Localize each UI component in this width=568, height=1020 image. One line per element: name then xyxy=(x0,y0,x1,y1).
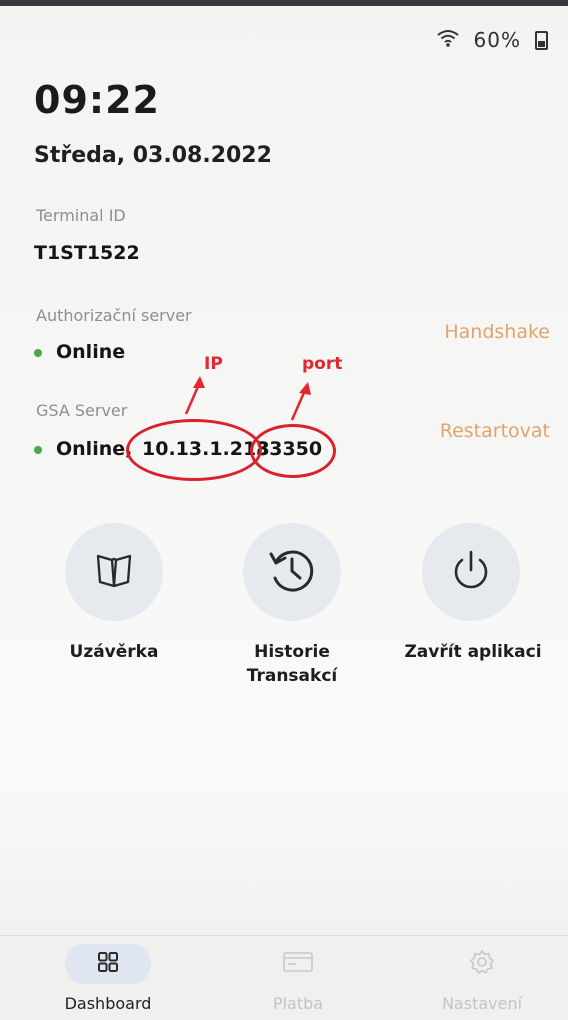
gsa-status-text: Online, xyxy=(56,438,133,460)
closing-button[interactable] xyxy=(65,523,163,621)
transaction-history-button[interactable] xyxy=(243,523,341,621)
nav-settings[interactable]: Nastavení xyxy=(412,944,552,1013)
gear-icon xyxy=(468,948,496,980)
closing-label: Uzávěrka xyxy=(69,642,159,662)
history-label: Historie Transakcí xyxy=(246,642,338,686)
gsa-server-label: GSA Server xyxy=(36,401,128,420)
bottom-nav: Dashboard Platba Nastavení xyxy=(0,935,568,1020)
history-icon xyxy=(264,542,320,602)
online-indicator xyxy=(34,445,42,454)
close-app-label: Zavřít aplikaci xyxy=(404,642,542,662)
nav-platba[interactable]: Platba xyxy=(228,944,368,1013)
card-icon xyxy=(282,950,314,978)
nav-dashboard-label: Dashboard xyxy=(64,994,152,1013)
dashboard-icon xyxy=(96,950,120,978)
close-app-button[interactable] xyxy=(422,523,520,621)
restart-button[interactable]: Restartovat xyxy=(440,420,550,442)
nav-dashboard[interactable]: Dashboard xyxy=(38,944,178,1013)
ip-highlight-ring xyxy=(126,419,262,481)
power-icon xyxy=(447,546,495,598)
nav-settings-label: Nastavení xyxy=(441,994,523,1013)
nav-active-pill xyxy=(65,944,151,984)
book-icon xyxy=(92,548,136,596)
app-screen: 60% 09:22 Středa, 03.08.2022 Terminal ID… xyxy=(0,0,568,1020)
nav-pill xyxy=(255,944,341,984)
annotation-arrows xyxy=(184,376,311,421)
nav-pill xyxy=(439,944,525,984)
gsa-server-status: Online, xyxy=(34,438,132,460)
nav-platba-label: Platba xyxy=(272,994,324,1013)
port-highlight-ring xyxy=(250,424,336,478)
